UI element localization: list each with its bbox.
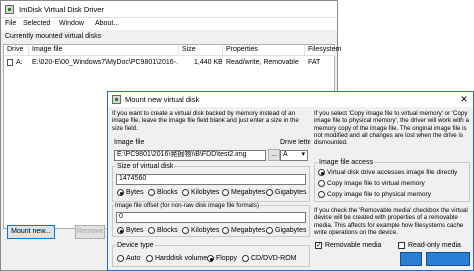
offset-unit-gigabytes-radio[interactable] (266, 227, 273, 234)
ok-button-partial[interactable] (400, 252, 422, 266)
floppy-drive-icon (7, 59, 13, 66)
close-icon[interactable]: ✕ (458, 94, 470, 105)
size-unit-gigabytes-label: Gigabytes (275, 189, 307, 196)
access-physical-memory-radio[interactable] (318, 191, 325, 198)
removable-media-checkbox[interactable] (315, 241, 322, 249)
menu-about[interactable]: About... (95, 20, 119, 27)
menu-selected[interactable]: Selected (23, 20, 50, 27)
drive-letter-label: Drive letter (280, 139, 310, 146)
size-unit-blocks-label: Blocks (157, 189, 178, 196)
size-unit-bytes-radio[interactable] (117, 189, 124, 196)
device-type-floppy-radio[interactable] (207, 255, 214, 262)
mount-dialog: Mount new virtual disk ✕ If you want to … (107, 91, 474, 271)
main-title-bar[interactable]: ImDisk Virtual Disk Driver (1, 1, 337, 18)
drive-letter-value: A (283, 151, 288, 158)
menu-file[interactable]: File (5, 20, 16, 27)
mount-new-button[interactable]: Mount new... (7, 225, 55, 239)
table-row[interactable]: A: E:\020-E\00_Windows7\MyDoc\PC9801\201… (4, 57, 334, 68)
size-unit-megabytes-radio[interactable] (222, 189, 229, 196)
imdisk-app-icon (5, 5, 14, 14)
size-unit-kilobytes-radio[interactable] (182, 189, 189, 196)
drive-letter-select[interactable]: A ▾ (280, 150, 308, 161)
size-unit-bytes-label: Bytes (126, 189, 144, 196)
size-unit-megabytes-label: Megabytes (231, 189, 266, 196)
offset-unit-blocks-label: Blocks (157, 227, 178, 234)
offset-input[interactable]: 0 (116, 212, 306, 223)
access-physical-memory-label: Copy image file to physical memory (327, 191, 432, 198)
size-unit-kilobytes-label: Kilobytes (191, 189, 220, 196)
device-type-harddisk-radio[interactable] (146, 255, 153, 262)
removable-media-label: Removable media (325, 242, 382, 249)
remove-button[interactable]: Remove (75, 225, 105, 239)
offset-group-label: Image file offset (for non-raw disk imag… (114, 202, 260, 209)
image-file-label: Image file (114, 139, 145, 146)
column-header-image-file[interactable]: Image file (29, 45, 179, 56)
row-size: 1,440 KB (194, 59, 222, 66)
column-header-drive[interactable]: Drive (4, 45, 29, 56)
access-virtual-memory-radio[interactable] (318, 180, 325, 187)
image-access-group-label: Image file access (318, 159, 375, 166)
access-direct-label: Virtual disk drive accesses image file d… (327, 169, 458, 176)
device-type-cdrom-radio[interactable] (242, 255, 249, 262)
device-type-floppy-label: Floppy (216, 255, 238, 262)
chevron-down-icon: ▾ (301, 151, 305, 158)
offset-unit-blocks-radio[interactable] (148, 227, 155, 234)
device-type-auto-radio[interactable] (117, 255, 124, 262)
row-filesystem: FAT (308, 59, 321, 66)
row-image-file: E:\020-E\00_Windows7\MyDoc\PC9801\2016-.… (32, 59, 178, 66)
read-only-media-checkbox[interactable] (398, 242, 405, 249)
intro-text-left: If you want to create a virtual disk bac… (112, 110, 299, 132)
device-type-group-label: Device type (116, 242, 155, 249)
column-header-filesystem[interactable]: Filesystem (305, 45, 341, 56)
offset-unit-megabytes-label: Megabytes (231, 227, 266, 234)
offset-unit-gigabytes-label: Gigabytes (275, 227, 307, 234)
offset-unit-kilobytes-radio[interactable] (182, 227, 189, 234)
device-type-harddisk-label: Harddisk volume (155, 255, 208, 262)
image-file-input[interactable]: E:\PC9801\2016\発掘物\\B\FDD\test2.img (114, 150, 266, 161)
main-menu-bar: File Selected Window About... (1, 18, 337, 30)
main-window-title: ImDisk Virtual Disk Driver (19, 5, 104, 14)
column-header-size[interactable]: Size (179, 45, 223, 56)
removable-info-text: If you check the 'Removable media' check… (314, 207, 468, 236)
offset-unit-megabytes-radio[interactable] (222, 227, 229, 234)
read-only-media-label: Read-only media (408, 242, 461, 249)
intro-text-right: If you select 'Copy image file to virtua… (314, 110, 469, 147)
offset-unit-kilobytes-label: Kilobytes (191, 227, 220, 234)
size-input[interactable]: 1474560 (116, 174, 306, 185)
imdisk-app-icon (112, 95, 121, 104)
row-drive: A: (16, 59, 23, 66)
cancel-button-partial[interactable] (426, 252, 470, 266)
access-direct-radio[interactable] (318, 169, 325, 176)
dialog-title: Mount new virtual disk (125, 95, 200, 104)
device-type-auto-label: Auto (126, 255, 141, 262)
device-type-cdrom-label: CD/DVD-ROM (251, 255, 297, 262)
offset-unit-bytes-label: Bytes (126, 227, 144, 234)
size-group-label: Size of virtual disk (116, 163, 175, 170)
row-properties: Read/write, Removable (226, 59, 299, 66)
dialog-title-bar[interactable]: Mount new virtual disk ✕ (108, 92, 473, 107)
offset-unit-bytes-radio[interactable] (117, 227, 124, 234)
menu-window[interactable]: Window (59, 20, 84, 27)
size-unit-gigabytes-radio[interactable] (266, 189, 273, 196)
column-header-properties[interactable]: Properties (223, 45, 305, 56)
browse-button[interactable]: ... (268, 149, 280, 161)
mounted-disks-caption: Currently mounted virtual disks (5, 33, 102, 40)
access-virtual-memory-label: Copy image file to virtual memory (327, 180, 425, 187)
size-unit-blocks-radio[interactable] (148, 189, 155, 196)
